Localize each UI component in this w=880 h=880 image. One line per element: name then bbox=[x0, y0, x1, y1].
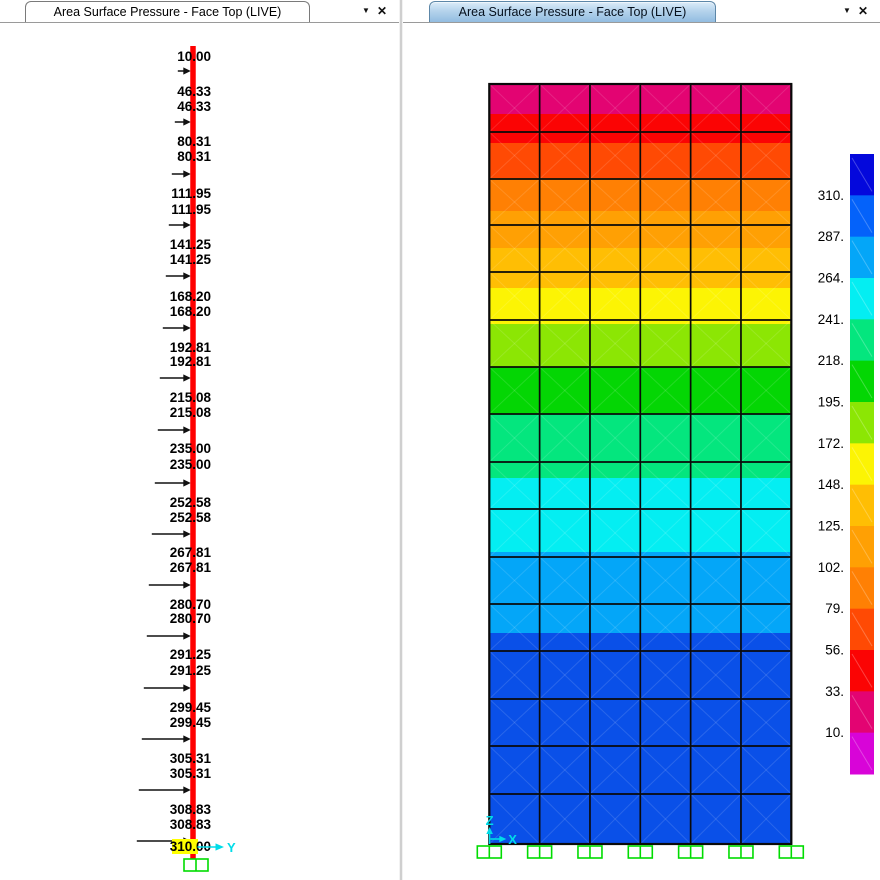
pressure-value-label: 215.08 bbox=[170, 390, 212, 405]
legend-label: 79. bbox=[825, 601, 844, 616]
load-elevation-view[interactable]: 10.00 46.3346.33 80.3180.31 111.95111.95 141… bbox=[0, 23, 399, 880]
pressure-value-label: 280.70 bbox=[170, 611, 211, 626]
legend-label: 125. bbox=[818, 519, 844, 534]
legend-label: 218. bbox=[818, 353, 844, 368]
pressure-value-label: 111.95 bbox=[171, 202, 211, 217]
legend-label: 10. bbox=[825, 725, 844, 740]
tab-close-icon[interactable]: ✕ bbox=[377, 5, 387, 17]
pressure-value-label: 80.31 bbox=[177, 149, 211, 164]
pressure-value-label: 141.25 bbox=[170, 252, 212, 267]
app-window: Area Surface Pressure - Face Top (LIVE) … bbox=[0, 0, 880, 880]
legend-label: 102. bbox=[818, 560, 844, 575]
pressure-value-label: 252.58 bbox=[170, 510, 212, 525]
legend-label: 148. bbox=[818, 477, 844, 492]
pressure-value-label: 305.31 bbox=[170, 766, 212, 781]
legend-label: 33. bbox=[825, 684, 844, 699]
tab-close-icon[interactable]: ✕ bbox=[858, 5, 868, 17]
pressure-value-label: 141.25 bbox=[170, 237, 212, 252]
pressure-value-label: 291.25 bbox=[170, 647, 212, 662]
pressure-value-label: 168.20 bbox=[170, 304, 211, 319]
load-arrow-head bbox=[183, 581, 191, 588]
pressure-value-label: 267.81 bbox=[170, 545, 212, 560]
pressure-value-label: 308.83 bbox=[170, 817, 212, 832]
y-axis-label: Y bbox=[227, 840, 236, 855]
pressure-value-label: 280.70 bbox=[170, 597, 211, 612]
load-arrow-head bbox=[183, 67, 191, 74]
x-axis-label: X bbox=[508, 832, 517, 847]
pressure-value-label: 168.20 bbox=[170, 289, 211, 304]
load-arrow-head bbox=[183, 118, 191, 125]
right-tab-title: Area Surface Pressure - Face Top (LIVE) bbox=[459, 5, 687, 19]
legend-label: 264. bbox=[818, 271, 844, 286]
pressure-value-label: 192.81 bbox=[170, 354, 212, 369]
pressure-value-label: 235.00 bbox=[170, 457, 211, 472]
load-arrow-head bbox=[183, 170, 191, 177]
legend-label: 195. bbox=[818, 395, 844, 410]
z-axis-label: Z bbox=[486, 813, 494, 828]
pressure-value-label: 235.00 bbox=[170, 441, 211, 456]
pressure-value-label: 10.00 bbox=[177, 49, 211, 64]
pressure-value-label: 299.45 bbox=[170, 715, 212, 730]
right-view-panel: Area Surface Pressure - Face Top (LIVE) … bbox=[403, 0, 880, 880]
load-arrow-head bbox=[183, 786, 191, 793]
pressure-value-label: 192.81 bbox=[170, 340, 212, 355]
load-arrow-head bbox=[183, 530, 191, 537]
load-arrow-head bbox=[183, 374, 191, 381]
pressure-value-label: 111.95 bbox=[171, 186, 211, 201]
left-tab-title: Area Surface Pressure - Face Top (LIVE) bbox=[54, 5, 282, 19]
load-arrow-head bbox=[183, 684, 191, 691]
legend-label: 287. bbox=[818, 229, 844, 244]
legend-label: 56. bbox=[825, 643, 844, 658]
left-tabbar: Area Surface Pressure - Face Top (LIVE) … bbox=[0, 0, 399, 23]
pressure-value-label: 308.83 bbox=[170, 802, 212, 817]
pressure-value-label: 291.25 bbox=[170, 663, 212, 678]
right-tabbar: Area Surface Pressure - Face Top (LIVE) … bbox=[403, 0, 880, 23]
left-tab-controls: ▼ ✕ bbox=[362, 0, 387, 22]
load-arrow-head bbox=[183, 324, 191, 331]
tab-dropdown-icon[interactable]: ▼ bbox=[362, 7, 370, 15]
pressure-value-label: 305.31 bbox=[170, 751, 212, 766]
legend-label: 172. bbox=[818, 436, 844, 451]
load-arrow-head bbox=[183, 632, 191, 639]
load-arrow-head bbox=[183, 426, 191, 433]
pressure-value-label: 299.45 bbox=[170, 700, 212, 715]
pressure-value-label: 252.58 bbox=[170, 495, 212, 510]
load-arrow-head bbox=[183, 221, 191, 228]
legend-label: 241. bbox=[818, 312, 844, 327]
right-tab[interactable]: Area Surface Pressure - Face Top (LIVE) bbox=[429, 1, 716, 22]
left-view-panel: Area Surface Pressure - Face Top (LIVE) … bbox=[0, 0, 399, 880]
right-tab-controls: ▼ ✕ bbox=[843, 0, 868, 22]
contour-elevation-view[interactable]: ZX 310. 287. 264. 241. 218. 195. 172. 148. 125. 10… bbox=[403, 23, 880, 880]
pressure-value-label: 46.33 bbox=[177, 99, 211, 114]
left-tab[interactable]: Area Surface Pressure - Face Top (LIVE) bbox=[25, 1, 310, 22]
pressure-value-label: 267.81 bbox=[170, 560, 212, 575]
load-arrow-head bbox=[183, 272, 191, 279]
pressure-value-label: 46.33 bbox=[177, 84, 211, 99]
pressure-value-label: 80.31 bbox=[177, 134, 211, 149]
tab-dropdown-icon[interactable]: ▼ bbox=[843, 7, 851, 15]
pressure-value-label: 215.08 bbox=[170, 405, 212, 420]
load-arrow-head bbox=[183, 479, 191, 486]
y-axis-arrowhead bbox=[216, 843, 225, 850]
legend-label: 310. bbox=[818, 188, 844, 203]
load-arrow-head bbox=[183, 735, 191, 742]
